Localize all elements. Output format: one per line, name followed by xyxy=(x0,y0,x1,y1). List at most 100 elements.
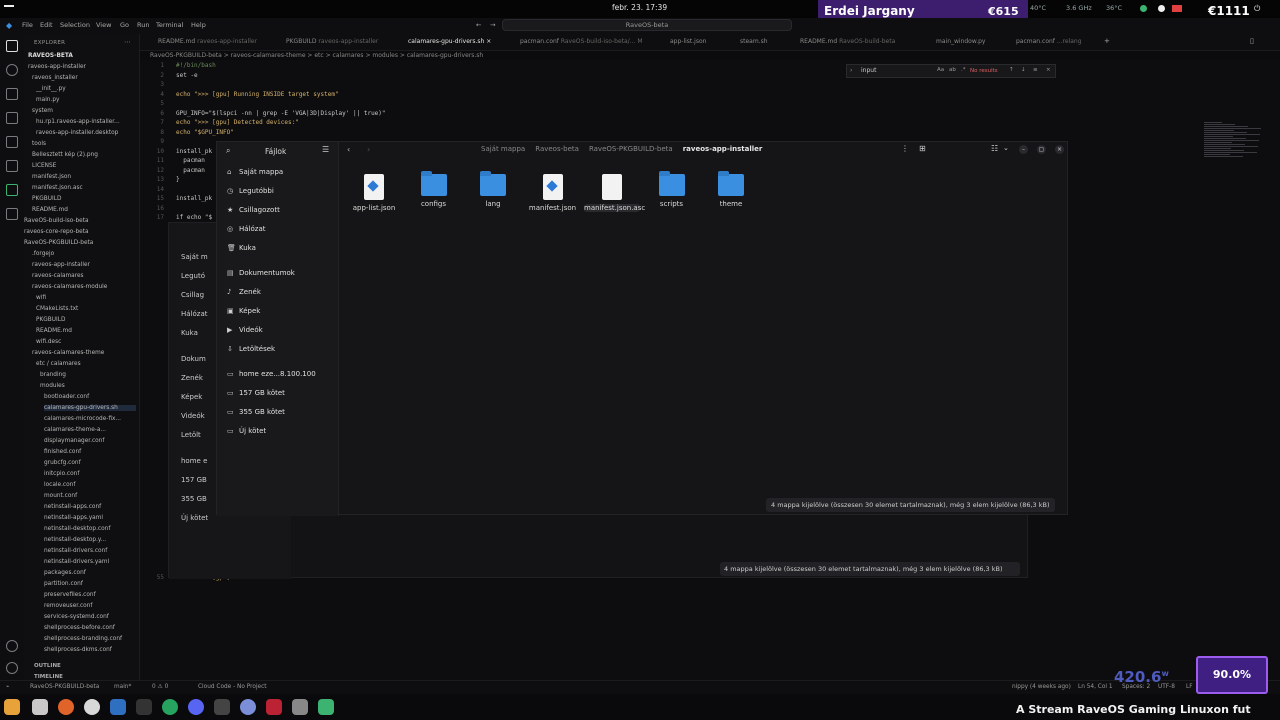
path-segment[interactable]: Saját mappa xyxy=(481,145,525,153)
package-icon[interactable] xyxy=(318,699,334,715)
discord-icon[interactable] xyxy=(188,699,204,715)
breadcrumb[interactable]: RaveOS-PKGBUILD-beta > raveos-calamares-… xyxy=(150,52,483,59)
tree-item[interactable]: netinstall-drivers.yaml xyxy=(44,559,136,565)
run-debug-icon[interactable] xyxy=(6,112,18,124)
outline-section[interactable]: OUTLINE xyxy=(34,663,61,669)
source-control-icon[interactable] xyxy=(6,88,18,100)
find-in-selection-icon[interactable]: ≡ xyxy=(1033,67,1038,73)
file-item[interactable]: manifest.json xyxy=(525,174,581,212)
kebab-menu-icon[interactable]: ⋮ xyxy=(901,144,909,153)
tab-main-window-py[interactable]: main_window.py xyxy=(936,38,985,45)
cloud-code-status[interactable]: Cloud Code - No Project xyxy=(198,684,267,690)
tree-item[interactable]: removeuser.conf xyxy=(44,603,136,609)
tree-item[interactable]: initcpio.conf xyxy=(44,471,136,477)
menu-run[interactable]: Run xyxy=(137,21,149,29)
more-actions-icon[interactable]: ⋯ xyxy=(124,38,131,46)
previous-match-icon[interactable]: ↑ xyxy=(1009,67,1014,73)
start-menu-icon[interactable] xyxy=(4,699,20,715)
tree-item[interactable]: Bellesztett kép (2).png xyxy=(32,152,136,158)
cursor-position[interactable]: Ln 54, Col 1 xyxy=(1078,684,1113,690)
tree-item[interactable]: calamares-theme-a... xyxy=(44,427,136,433)
settings-gear-icon[interactable] xyxy=(6,662,18,674)
next-match-icon[interactable]: ↓ xyxy=(1021,67,1026,73)
tree-item[interactable]: PKGBUILD xyxy=(36,317,136,323)
tree-item[interactable]: branding xyxy=(40,372,136,378)
tree-item[interactable]: LICENSE xyxy=(32,163,136,169)
menu-go[interactable]: Go xyxy=(120,21,129,29)
tree-item[interactable]: netinstall-apps.yaml xyxy=(44,515,136,521)
record-icon[interactable] xyxy=(1172,5,1182,12)
bookmark-item[interactable]: ⇩ Letöltések xyxy=(227,345,275,353)
back-arrow-icon[interactable]: ‹ xyxy=(347,145,350,154)
text-editor-icon[interactable] xyxy=(32,699,48,715)
tree-item[interactable]: wifi.desc xyxy=(36,339,136,345)
tree-item[interactable]: raveos-calamares xyxy=(32,273,136,279)
search-icon[interactable]: ⌕ xyxy=(226,146,230,156)
tree-item[interactable]: netinstall-desktop.conf xyxy=(44,526,136,532)
tree-item[interactable]: preservefiles.conf xyxy=(44,592,136,598)
chevron-down-icon[interactable]: ⌄ xyxy=(1003,144,1009,152)
tab-pkgbuild[interactable]: PKGBUILD raveos-app-installer xyxy=(286,38,378,45)
search-icon[interactable] xyxy=(6,64,18,76)
files-icon[interactable] xyxy=(110,699,126,715)
place-item[interactable]: ⌂ Saját mappa xyxy=(227,168,283,176)
device-item[interactable]: ▭ Új kötet xyxy=(227,427,266,435)
tree-item[interactable]: modules xyxy=(40,383,136,389)
tab-app-list-json[interactable]: app-list.json xyxy=(670,38,706,45)
cloud-code-icon[interactable] xyxy=(6,208,18,220)
tree-item[interactable]: manifest.json xyxy=(32,174,136,180)
maximize-button[interactable]: ▢ xyxy=(1037,145,1046,154)
tab-pacman-conf[interactable]: pacman.conf RaveOS-build-iso-beta/... M xyxy=(520,38,643,45)
tree-item[interactable]: main.py xyxy=(36,97,136,103)
tree-item[interactable]: manifest.json.asc xyxy=(32,185,136,191)
steam-icon[interactable] xyxy=(240,699,256,715)
line-ending[interactable]: LF xyxy=(1186,684,1193,690)
terminal-icon[interactable] xyxy=(136,699,152,715)
tree-item[interactable]: locale.conf xyxy=(44,482,136,488)
record-app-icon[interactable] xyxy=(266,699,282,715)
tab-calamares-gpu-drivers[interactable]: calamares-gpu-drivers.sh × xyxy=(408,38,491,45)
tree-item[interactable]: PKGBUILD xyxy=(32,196,136,202)
place-item[interactable]: ★ Csillagozott xyxy=(227,206,280,214)
tree-item[interactable]: raveos-calamares-module xyxy=(32,284,136,290)
git-branch[interactable]: main* xyxy=(114,684,131,690)
tree-item[interactable]: grubcfg.conf xyxy=(44,460,136,466)
bookmark-item[interactable]: ▶ Videók xyxy=(227,326,263,334)
tree-item[interactable]: netinstall-apps.conf xyxy=(44,504,136,510)
menu-help[interactable]: Help xyxy=(191,21,206,29)
file-item[interactable]: lang xyxy=(465,171,521,208)
firefox-icon[interactable] xyxy=(58,699,74,715)
device-item[interactable]: ▭ 355 GB kötet xyxy=(227,408,285,416)
tree-item[interactable]: services-systemd.conf xyxy=(44,614,136,620)
settings-icon[interactable] xyxy=(84,699,100,715)
monitor-icon[interactable] xyxy=(214,699,230,715)
close-find-icon[interactable]: × xyxy=(1046,67,1051,73)
list-view-icon[interactable]: ☷ xyxy=(991,144,998,153)
remote-explorer-icon[interactable] xyxy=(6,160,18,172)
tree-item[interactable]: __init__.py xyxy=(36,86,136,92)
workspace-branch[interactable]: RaveOS-PKGBUILD-beta xyxy=(30,684,99,690)
regex-toggle[interactable]: .* xyxy=(961,67,966,73)
tree-item[interactable]: calamares-microcode-fix... xyxy=(44,416,136,422)
split-editor-icon[interactable]: ▯ xyxy=(1250,37,1254,45)
tree-item[interactable]: hu.rp1.raveos-app-installer... xyxy=(36,119,136,125)
file-item[interactable]: configs xyxy=(406,171,462,208)
tree-item[interactable]: raveos-core-repo-beta xyxy=(24,229,136,235)
workspace-root[interactable]: RAVEOS-BETA xyxy=(28,53,73,59)
menu-edit[interactable]: Edit xyxy=(40,21,53,29)
git-blame[interactable]: nippy (4 weeks ago) xyxy=(1012,684,1071,690)
tree-item[interactable]: calamares-gpu-drivers.sh xyxy=(44,405,136,411)
account-icon[interactable] xyxy=(6,640,18,652)
menu-selection[interactable]: Selection xyxy=(60,21,90,29)
device-item[interactable]: ▭ 157 GB kötet xyxy=(227,389,285,397)
app-icon[interactable] xyxy=(292,699,308,715)
find-input[interactable]: input xyxy=(861,67,876,74)
path-segment[interactable]: raveos-app-installer xyxy=(683,145,763,153)
network-icon[interactable] xyxy=(1158,5,1165,12)
path-segment[interactable]: Raveos-beta xyxy=(535,145,579,153)
tab-readme-installer[interactable]: README.md raveos-app-installer xyxy=(158,38,257,45)
tree-item[interactable]: RaveOS-build-iso-beta xyxy=(24,218,136,224)
menu-terminal[interactable]: Terminal xyxy=(156,21,183,29)
explorer-icon[interactable] xyxy=(6,40,18,52)
tree-item[interactable]: shellprocess-branding.conf xyxy=(44,636,136,642)
